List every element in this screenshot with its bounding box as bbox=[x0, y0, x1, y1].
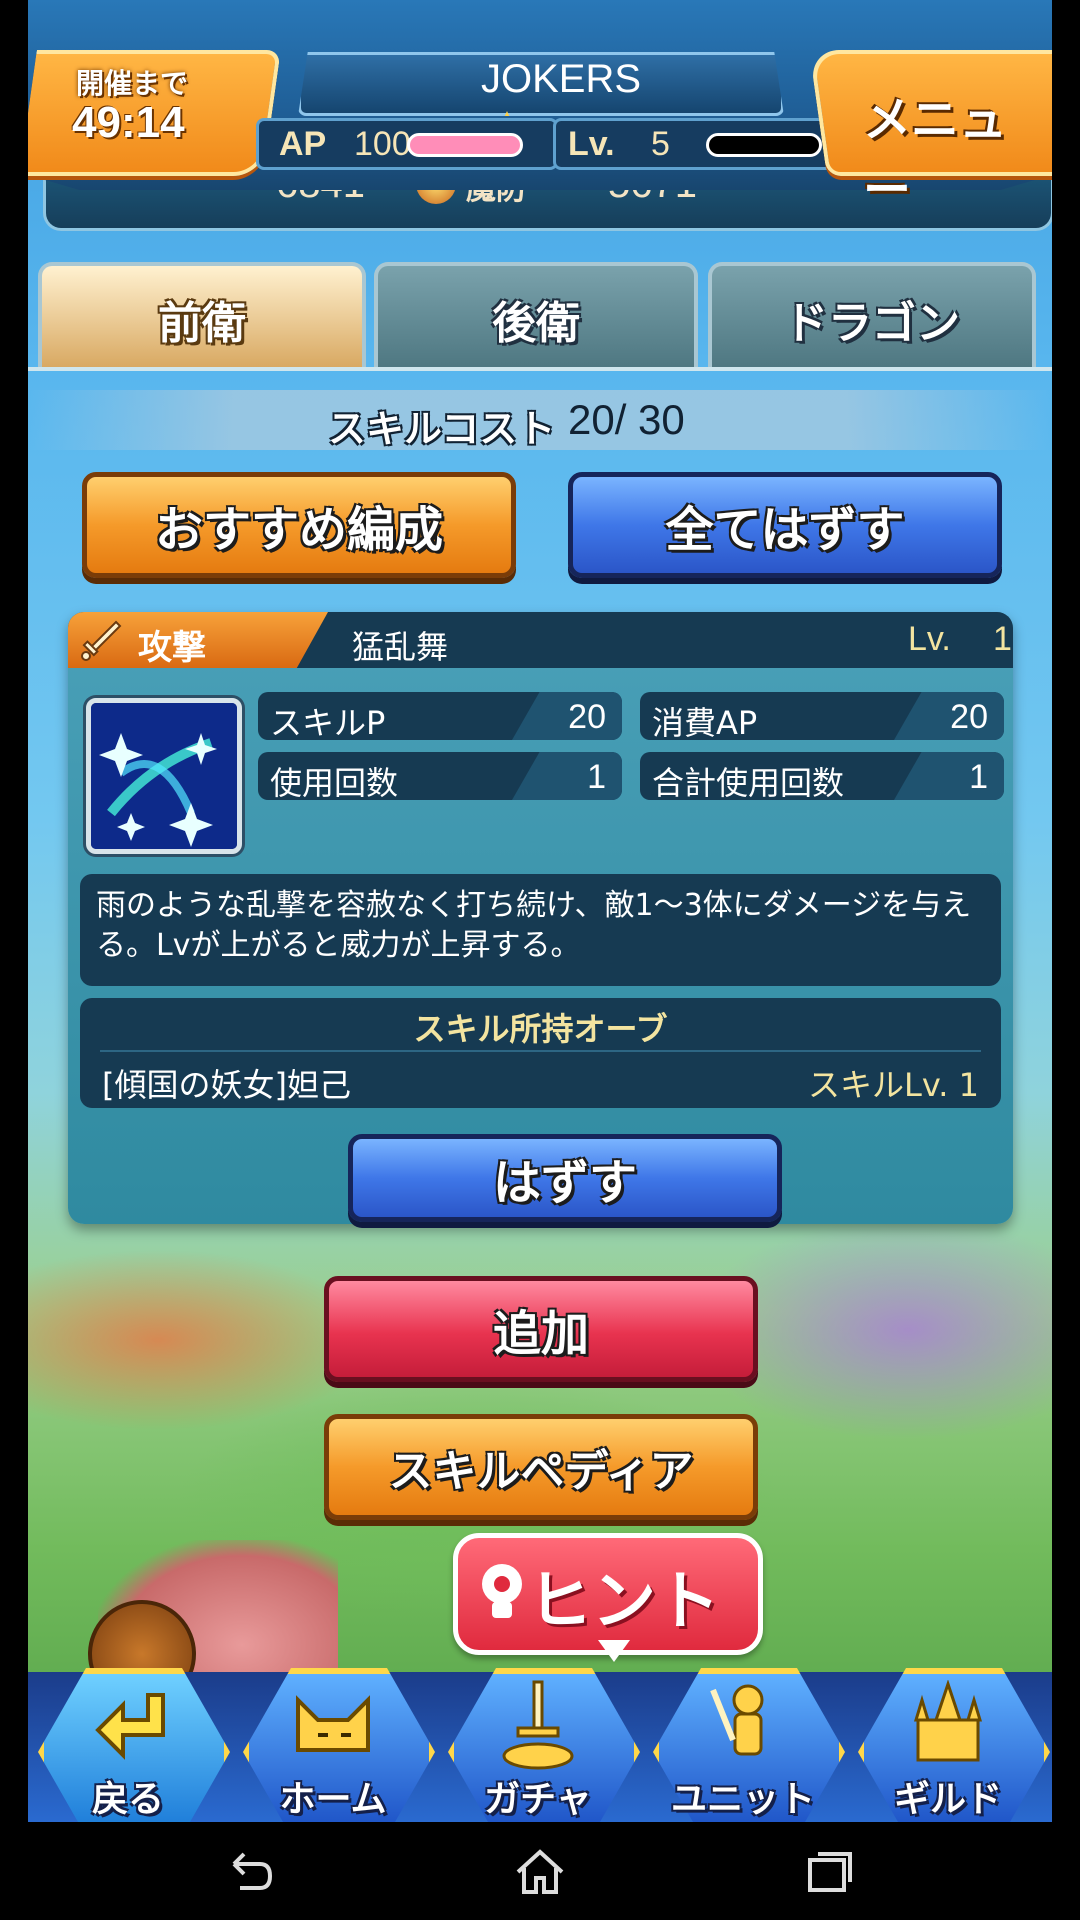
add-button[interactable]: 追加 bbox=[324, 1276, 758, 1382]
orb-name[interactable]: [傾国の妖女]妲己 bbox=[102, 1060, 351, 1106]
remove-button[interactable]: はずす bbox=[348, 1134, 782, 1222]
hint-pointer bbox=[598, 1640, 630, 1662]
guild-name: JOKERS bbox=[480, 57, 642, 101]
system-nav-bar bbox=[0, 1822, 1080, 1920]
hint-label: ヒント bbox=[528, 1565, 720, 1639]
hint-button[interactable]: ヒント bbox=[453, 1533, 763, 1655]
nav-back[interactable]: 戻る bbox=[28, 1660, 230, 1822]
skillpedia-button[interactable]: スキルペディア bbox=[324, 1414, 758, 1520]
uses-value: 1 bbox=[587, 758, 606, 796]
skill-name: 猛乱舞 bbox=[352, 628, 449, 666]
nav-guild[interactable]: ギルド bbox=[848, 1660, 1050, 1822]
system-back-icon[interactable] bbox=[220, 1842, 280, 1902]
uses-stat: 使用回数 1 bbox=[258, 752, 622, 800]
tab-back[interactable]: 後衛 bbox=[374, 262, 698, 371]
skill-description-box: 雨のような乱撃を容赦なく打ち続け、敵1～3体にダメージを与える。Lvが上がると威… bbox=[80, 874, 1001, 986]
exp-gauge bbox=[706, 133, 822, 157]
total-uses-stat: 合計使用回数 1 bbox=[640, 752, 1004, 800]
ap-label: AP bbox=[279, 125, 327, 163]
back-arrow-icon bbox=[95, 1693, 165, 1760]
skill-type-label: 攻撃 bbox=[138, 628, 206, 668]
guild-castle-icon bbox=[913, 1680, 983, 1762]
ap-cost-label: 消費AP bbox=[652, 704, 758, 740]
remove-all-button[interactable]: 全てはずす bbox=[568, 472, 1002, 578]
skill-type-tag: 攻撃 bbox=[68, 612, 328, 668]
skill-level-label: Lv. bbox=[908, 620, 951, 658]
gacha-sword-icon bbox=[502, 1680, 574, 1770]
nav-unit[interactable]: ユニット bbox=[643, 1660, 845, 1822]
recommend-button[interactable]: おすすめ編成 bbox=[82, 472, 516, 578]
level-label: Lv. bbox=[568, 125, 615, 163]
orb-divider bbox=[100, 1050, 981, 1052]
skill-cost-value: 20/ 30 bbox=[568, 396, 685, 443]
nav-unit-label: ユニット bbox=[670, 1779, 815, 1820]
lightbulb-icon bbox=[482, 1564, 522, 1618]
sword-icon bbox=[81, 620, 122, 661]
orb-level-value: 1 bbox=[958, 1066, 979, 1104]
nav-gacha[interactable]: ガチャ bbox=[438, 1660, 640, 1822]
nav-home[interactable]: ホーム bbox=[233, 1660, 435, 1822]
tab-divider bbox=[28, 367, 1052, 371]
total-uses-label: 合計使用回数 bbox=[652, 764, 845, 800]
orb-level: スキルLv. 1 bbox=[808, 1060, 979, 1106]
tab-dragon[interactable]: ドラゴン bbox=[708, 262, 1036, 371]
skill-card: 攻撃 猛乱舞 Lv. 1 スキルP 20 消費AP 20 使用回数 1 合計使用… bbox=[68, 612, 1013, 1224]
guild-name-plate: JOKERS bbox=[298, 52, 784, 116]
skill-cost-label: スキルコスト bbox=[328, 407, 556, 451]
tab-front[interactable]: 前衛 bbox=[38, 262, 366, 371]
total-uses-value: 1 bbox=[969, 758, 988, 796]
skill-level-value: 1 bbox=[993, 620, 1012, 658]
sparkle-skill-icon bbox=[91, 703, 237, 849]
skill-p-label: スキルP bbox=[270, 704, 386, 740]
skill-image[interactable] bbox=[86, 698, 242, 854]
nav-gacha-label: ガチャ bbox=[484, 1779, 592, 1820]
orb-title: スキル所持オーブ bbox=[413, 1010, 668, 1048]
unit-character-icon bbox=[710, 1684, 764, 1756]
level-plate: Lv. 5 bbox=[553, 118, 859, 170]
event-timer-label: 開催まで bbox=[76, 67, 189, 100]
skill-description: 雨のような乱撃を容赦なく打ち続け、敵1～3体にダメージを与える。Lvが上がると威… bbox=[96, 888, 972, 963]
nav-home-label: ホーム bbox=[279, 1779, 387, 1820]
level-value: 5 bbox=[651, 125, 670, 163]
ap-cost-value: 20 bbox=[950, 698, 988, 736]
skill-orb-box: スキル所持オーブ [傾国の妖女]妲己 スキルLv. 1 bbox=[80, 998, 1001, 1108]
ap-value: 100 bbox=[354, 125, 411, 163]
game-screen: 6841 魔防 5671 開催まで 49:14 JOKERS AP 100 Lv… bbox=[28, 0, 1052, 1822]
ap-gauge bbox=[407, 133, 523, 157]
ap-plate: AP 100 bbox=[256, 118, 558, 170]
skill-p-stat: スキルP 20 bbox=[258, 692, 622, 740]
home-cat-icon bbox=[296, 1695, 370, 1752]
menu-button-label[interactable]: メニュー bbox=[863, 80, 1052, 220]
system-recents-icon[interactable] bbox=[800, 1842, 860, 1902]
uses-label: 使用回数 bbox=[270, 764, 399, 800]
orb-level-label: スキルLv. bbox=[808, 1066, 949, 1104]
skill-cost-bar: スキルコスト 20/ 30 bbox=[28, 390, 1052, 451]
event-timer-value: 49:14 bbox=[72, 98, 185, 147]
system-home-icon[interactable] bbox=[510, 1842, 570, 1902]
ap-cost-stat: 消費AP 20 bbox=[640, 692, 1004, 740]
nav-back-label: 戻る bbox=[91, 1779, 164, 1820]
nav-guild-label: ギルド bbox=[893, 1779, 1002, 1820]
skill-p-value: 20 bbox=[568, 698, 606, 736]
